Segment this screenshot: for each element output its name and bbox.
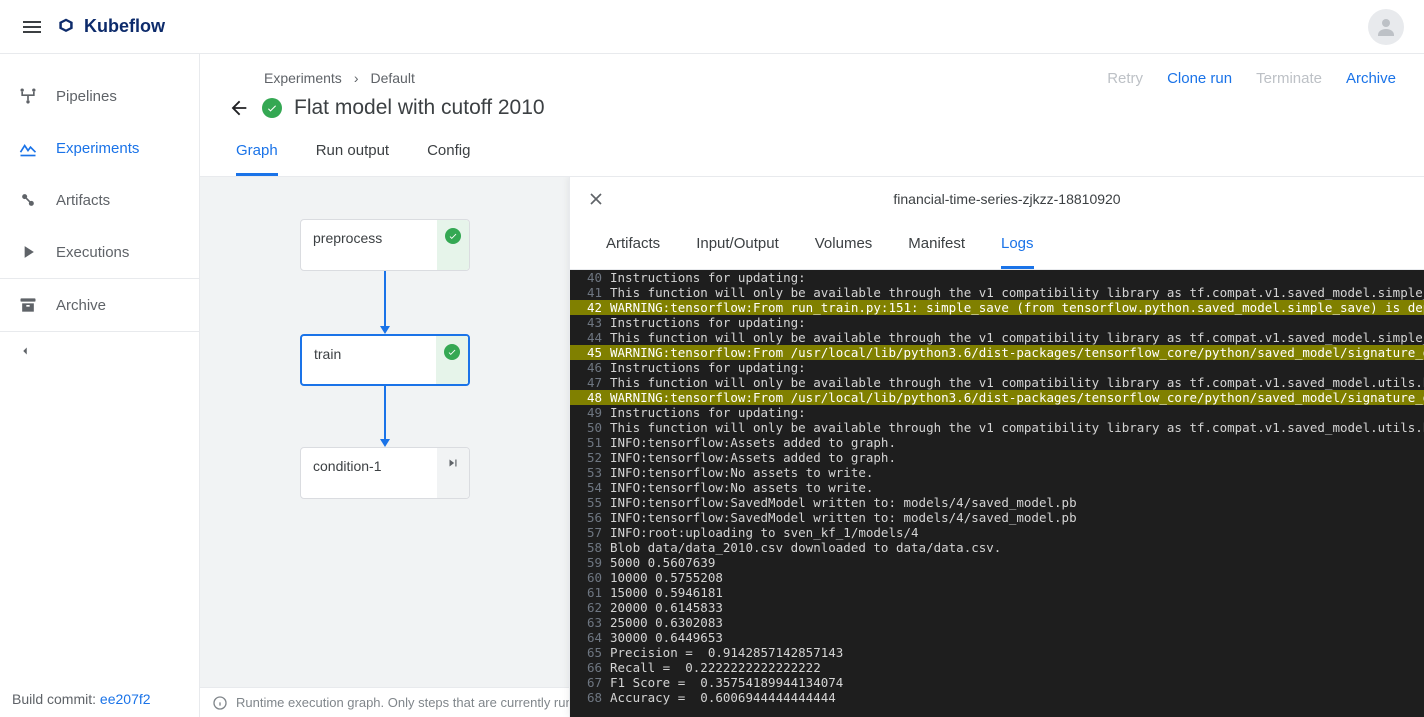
- back-arrow-icon[interactable]: [228, 97, 250, 119]
- sidebar-collapse-button[interactable]: [0, 332, 199, 375]
- graph-canvas[interactable]: preprocess train condition-1 Runtime exe…: [200, 177, 1424, 717]
- sidebar-label: Artifacts: [56, 192, 110, 209]
- sidebar-item-executions[interactable]: Executions: [0, 226, 199, 278]
- log-line: 6220000 0.6145833: [570, 600, 1424, 615]
- node-details-panel: financial-time-series-zjkzz-18810920 Art…: [569, 177, 1424, 717]
- graph-node-preprocess[interactable]: preprocess: [300, 219, 470, 271]
- status-success-icon: [262, 98, 282, 118]
- log-line: 66Recall = 0.2222222222222222: [570, 660, 1424, 675]
- sidebar-item-pipelines[interactable]: Pipelines: [0, 70, 199, 122]
- action-buttons: Retry Clone run Terminate Archive: [1107, 70, 1396, 87]
- log-line: 43Instructions for updating:: [570, 315, 1424, 330]
- log-line: 49Instructions for updating:: [570, 405, 1424, 420]
- archive-button[interactable]: Archive: [1346, 70, 1396, 87]
- build-commit-link[interactable]: ee207f2: [100, 691, 151, 707]
- panel-tab-manifest[interactable]: Manifest: [908, 221, 965, 269]
- log-line: 6325000 0.6302083: [570, 615, 1424, 630]
- node-status: [437, 220, 469, 270]
- breadcrumb-experiments[interactable]: Experiments: [264, 70, 342, 86]
- log-line: 67F1 Score = 0.35754189944134074: [570, 675, 1424, 690]
- clone-run-button[interactable]: Clone run: [1167, 70, 1232, 87]
- run-header: Experiments › Default Flat model with cu…: [200, 54, 1424, 120]
- build-commit: Build commit: ee207f2: [0, 681, 199, 717]
- page-title: Flat model with cutoff 2010: [294, 96, 545, 120]
- sidebar: Pipelines Experiments Artifacts Executio…: [0, 54, 200, 717]
- panel-tab-io[interactable]: Input/Output: [696, 221, 779, 269]
- archive-icon: [18, 295, 38, 315]
- tab-run-output[interactable]: Run output: [316, 142, 389, 176]
- panel-tab-artifacts[interactable]: Artifacts: [606, 221, 660, 269]
- log-line: 6010000 0.5755208: [570, 570, 1424, 585]
- tab-config[interactable]: Config: [427, 142, 470, 176]
- log-line: 45WARNING:tensorflow:From /usr/local/lib…: [570, 345, 1424, 360]
- tab-graph[interactable]: Graph: [236, 142, 278, 176]
- brand-logo[interactable]: Kubeflow: [56, 16, 165, 37]
- sidebar-item-experiments[interactable]: Experiments: [0, 122, 199, 174]
- sidebar-label: Experiments: [56, 140, 139, 157]
- experiments-icon: [18, 138, 38, 158]
- log-line: 44This function will only be available t…: [570, 330, 1424, 345]
- logs-viewer[interactable]: 40Instructions for updating:41This funct…: [570, 270, 1424, 717]
- panel-title: financial-time-series-zjkzz-18810920: [606, 191, 1408, 207]
- log-line: 50This function will only be available t…: [570, 420, 1424, 435]
- log-line: 42WARNING:tensorflow:From run_train.py:1…: [570, 300, 1424, 315]
- node-status: [437, 448, 469, 498]
- log-line: 41This function will only be available t…: [570, 285, 1424, 300]
- main-content: Experiments › Default Flat model with cu…: [200, 54, 1424, 717]
- log-line: 54INFO:tensorflow:No assets to write.: [570, 480, 1424, 495]
- close-icon[interactable]: [586, 189, 606, 209]
- pipelines-icon: [18, 86, 38, 106]
- main-tabs: Graph Run output Config: [200, 120, 1424, 177]
- app-header: Kubeflow: [0, 0, 1424, 54]
- log-line: 53INFO:tensorflow:No assets to write.: [570, 465, 1424, 480]
- graph-node-condition-1[interactable]: condition-1: [300, 447, 470, 499]
- log-line: 47This function will only be available t…: [570, 375, 1424, 390]
- graph-node-train[interactable]: train: [300, 334, 470, 386]
- breadcrumb-sep: ›: [354, 70, 359, 86]
- header-left: Kubeflow: [20, 15, 165, 39]
- check-icon: [444, 344, 460, 360]
- user-avatar[interactable]: [1368, 9, 1404, 45]
- log-line: 6115000 0.5946181: [570, 585, 1424, 600]
- sidebar-item-archive[interactable]: Archive: [0, 279, 199, 331]
- skip-next-icon: [446, 456, 460, 470]
- log-line: 40Instructions for updating:: [570, 270, 1424, 285]
- log-line: 57INFO:root:uploading to sven_kf_1/model…: [570, 525, 1424, 540]
- brand-name: Kubeflow: [84, 16, 165, 37]
- log-line: 51INFO:tensorflow:Assets added to graph.: [570, 435, 1424, 450]
- node-label: condition-1: [301, 448, 437, 498]
- node-label: train: [302, 336, 436, 384]
- sidebar-item-artifacts[interactable]: Artifacts: [0, 174, 199, 226]
- retry-button: Retry: [1107, 70, 1143, 87]
- log-line: 65Precision = 0.9142857142857143: [570, 645, 1424, 660]
- artifacts-icon: [18, 190, 38, 210]
- log-line: 68Accuracy = 0.6006944444444444: [570, 690, 1424, 705]
- log-line: 595000 0.5607639: [570, 555, 1424, 570]
- log-line: 58Blob data/data_2010.csv downloaded to …: [570, 540, 1424, 555]
- sidebar-label: Pipelines: [56, 88, 117, 105]
- log-line: 52INFO:tensorflow:Assets added to graph.: [570, 450, 1424, 465]
- hamburger-menu-icon[interactable]: [20, 15, 44, 39]
- sidebar-label: Archive: [56, 297, 106, 314]
- log-line: 56INFO:tensorflow:SavedModel written to:…: [570, 510, 1424, 525]
- breadcrumb-default[interactable]: Default: [370, 70, 414, 86]
- panel-tab-logs[interactable]: Logs: [1001, 221, 1034, 269]
- node-label: preprocess: [301, 220, 437, 270]
- panel-tabs: Artifacts Input/Output Volumes Manifest …: [570, 221, 1424, 270]
- breadcrumb: Experiments › Default: [264, 70, 545, 86]
- sidebar-label: Executions: [56, 244, 129, 261]
- log-line: 6430000 0.6449653: [570, 630, 1424, 645]
- info-icon: [212, 695, 228, 711]
- node-status: [436, 336, 468, 384]
- terminate-button: Terminate: [1256, 70, 1322, 87]
- log-line: 48WARNING:tensorflow:From /usr/local/lib…: [570, 390, 1424, 405]
- log-line: 55INFO:tensorflow:SavedModel written to:…: [570, 495, 1424, 510]
- log-line: 46Instructions for updating:: [570, 360, 1424, 375]
- executions-icon: [18, 242, 38, 262]
- check-icon: [445, 228, 461, 244]
- panel-tab-volumes[interactable]: Volumes: [815, 221, 873, 269]
